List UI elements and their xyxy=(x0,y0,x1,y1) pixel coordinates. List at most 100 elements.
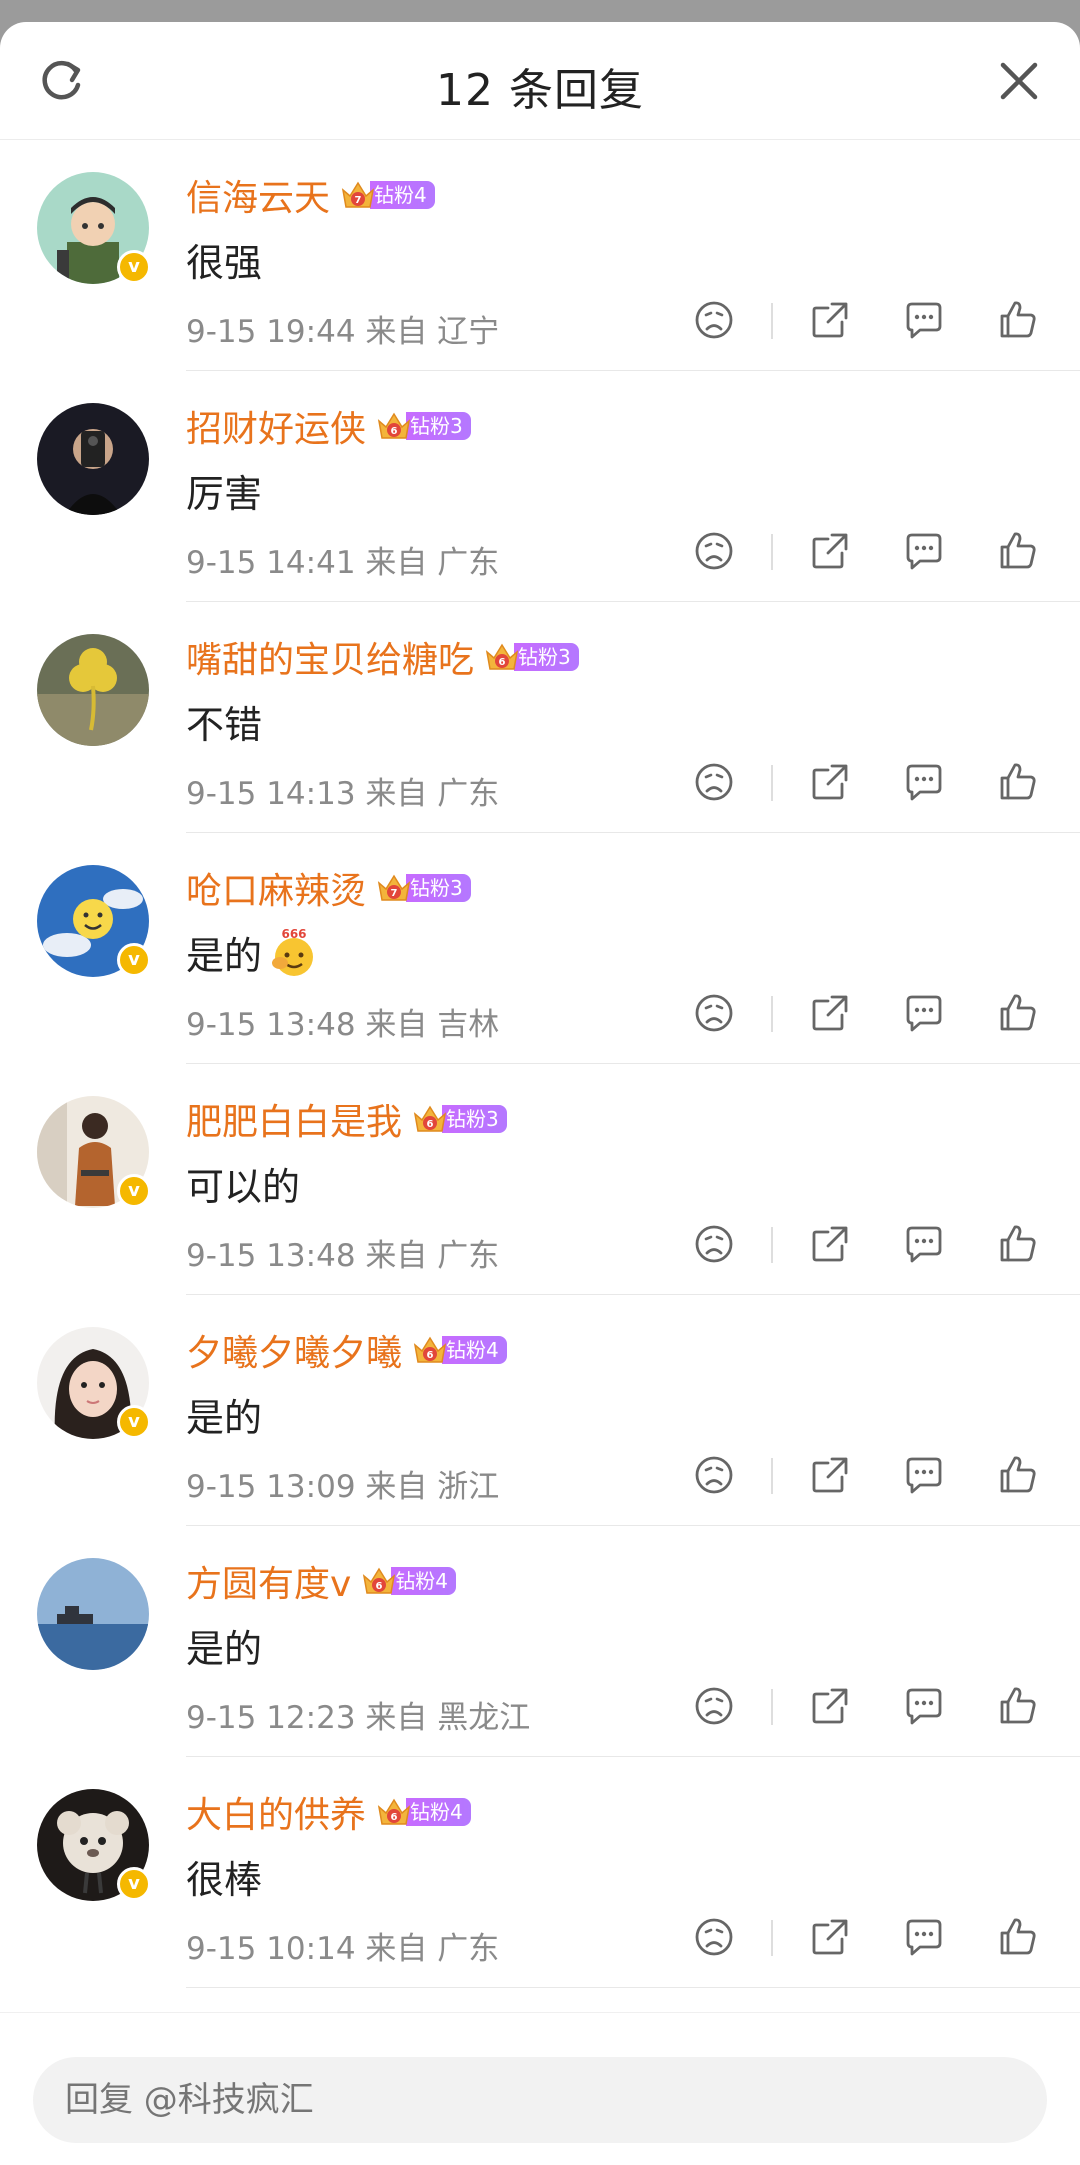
comment-icon[interactable] xyxy=(902,991,946,1035)
comment-text: 很棒 xyxy=(186,1849,262,1904)
svg-text:7: 7 xyxy=(391,888,398,899)
fan-badge[interactable]: 6 钻粉4 xyxy=(376,1795,471,1829)
like-icon[interactable] xyxy=(996,298,1040,342)
dislike-icon[interactable] xyxy=(692,1915,736,1959)
comment-icon[interactable] xyxy=(902,760,946,804)
username[interactable]: 嘴甜的宝贝给糖吃 xyxy=(186,631,474,683)
share-icon[interactable] xyxy=(808,529,852,573)
list-item[interactable]: v 大白的供养 6 钻粉4 很棒 9-15 10:14 来自 广东 xyxy=(0,1757,1080,1988)
avatar[interactable] xyxy=(37,634,149,746)
reply-list: v 信海云天 7 钻粉4 很强 9-15 19:44 来自 辽宁 招财好运侠 6 钻粉3 厉害 9-… xyxy=(0,140,1080,1988)
sheet-header: 12 条回复 xyxy=(0,22,1080,140)
list-item[interactable]: 招财好运侠 6 钻粉3 厉害 9-15 14:41 来自 广东 xyxy=(0,371,1080,602)
like-icon[interactable] xyxy=(996,991,1040,1035)
share-icon[interactable] xyxy=(808,991,852,1035)
comment-body: 可以的 xyxy=(186,1165,301,1209)
comment-text: 是的 xyxy=(186,1387,262,1442)
dislike-icon[interactable] xyxy=(692,529,736,573)
reply-bar xyxy=(0,2012,1080,2165)
close-icon[interactable] xyxy=(995,57,1043,105)
like-icon[interactable] xyxy=(996,529,1040,573)
username[interactable]: 肥肥白白是我 xyxy=(186,1093,402,1145)
username[interactable]: 方圆有度v xyxy=(186,1555,351,1607)
name-row: 招财好运侠 6 钻粉3 xyxy=(186,401,471,451)
name-row: 方圆有度v 6 钻粉4 xyxy=(186,1555,457,1607)
divider xyxy=(771,1458,773,1494)
list-item[interactable]: v 肥肥白白是我 6 钻粉3 可以的 9-15 13:48 来自 广东 xyxy=(0,1064,1080,1295)
divider xyxy=(771,765,773,801)
divider xyxy=(771,1227,773,1263)
username[interactable]: 夕曦夕曦夕曦 xyxy=(186,1324,402,1376)
comment-body: 很强 xyxy=(186,241,263,285)
dislike-icon[interactable] xyxy=(692,1684,736,1728)
comment-icon[interactable] xyxy=(902,1222,946,1266)
avatar[interactable] xyxy=(37,1558,149,1670)
crown-icon: 6 xyxy=(412,1333,448,1367)
crown-icon: 6 xyxy=(412,1102,448,1136)
svg-text:6: 6 xyxy=(391,1812,398,1823)
share-icon[interactable] xyxy=(808,1915,852,1959)
list-item[interactable]: 方圆有度v 6 钻粉4 是的 9-15 12:23 来自 黑龙江 xyxy=(0,1526,1080,1757)
page-title: 12 条回复 xyxy=(436,65,644,116)
comment-text: 可以的 xyxy=(186,1156,300,1211)
dislike-icon[interactable] xyxy=(692,760,736,804)
svg-text:6: 6 xyxy=(376,1581,383,1592)
verified-icon: v xyxy=(117,1405,151,1439)
share-icon[interactable] xyxy=(808,760,852,804)
fan-level: 钻粉4 xyxy=(391,1567,457,1595)
dislike-icon[interactable] xyxy=(692,991,736,1035)
like-icon[interactable] xyxy=(996,1222,1040,1266)
divider xyxy=(186,1987,1080,1988)
fan-badge[interactable]: 6 钻粉3 xyxy=(484,640,579,674)
verified-icon: v xyxy=(117,250,151,284)
divider xyxy=(771,1689,773,1725)
svg-text:6: 6 xyxy=(499,657,506,668)
comment-icon[interactable] xyxy=(902,1915,946,1959)
divider xyxy=(771,996,773,1032)
fan-badge[interactable]: 7 钻粉4 xyxy=(340,178,435,212)
fan-badge[interactable]: 6 钻粉4 xyxy=(361,1564,457,1598)
fan-badge[interactable]: 6 钻粉4 xyxy=(412,1333,507,1367)
reply-input[interactable] xyxy=(33,2057,1047,2143)
list-item[interactable]: v 信海云天 7 钻粉4 很强 9-15 19:44 来自 辽宁 xyxy=(0,140,1080,371)
share-icon[interactable] xyxy=(808,1684,852,1728)
like-icon[interactable] xyxy=(996,1915,1040,1959)
share-icon[interactable] xyxy=(808,298,852,342)
comment-actions xyxy=(0,991,1080,1039)
list-item[interactable]: 嘴甜的宝贝给糖吃 6 钻粉3 不错 9-15 14:13 来自 广东 xyxy=(0,602,1080,833)
comment-icon[interactable] xyxy=(902,1453,946,1497)
username[interactable]: 呛口麻辣烫 xyxy=(186,862,366,914)
list-item[interactable]: v 夕曦夕曦夕曦 6 钻粉4 是的 9-15 13:09 来自 浙江 xyxy=(0,1295,1080,1526)
avatar[interactable] xyxy=(37,403,149,515)
list-item[interactable]: v 呛口麻辣烫 7 钻粉3 是的 666 9-15 13:48 来自 吉林 xyxy=(0,833,1080,1064)
share-icon[interactable] xyxy=(808,1222,852,1266)
username[interactable]: 信海云天 xyxy=(186,169,330,221)
comment-icon[interactable] xyxy=(902,529,946,573)
like-icon[interactable] xyxy=(996,760,1040,804)
username[interactable]: 大白的供养 xyxy=(186,1786,366,1838)
username[interactable]: 招财好运侠 xyxy=(186,400,366,452)
comment-icon[interactable] xyxy=(902,298,946,342)
dislike-icon[interactable] xyxy=(692,298,736,342)
share-icon[interactable] xyxy=(808,1453,852,1497)
verified-icon: v xyxy=(117,1867,151,1901)
fan-badge[interactable]: 7 钻粉3 xyxy=(376,871,471,905)
crown-icon: 7 xyxy=(376,871,412,905)
crown-icon: 6 xyxy=(376,1795,412,1829)
fan-badge[interactable]: 6 钻粉3 xyxy=(412,1102,507,1136)
divider xyxy=(771,303,773,339)
dislike-icon[interactable] xyxy=(692,1222,736,1266)
crown-icon: 6 xyxy=(484,640,520,674)
comment-body: 是的 xyxy=(186,1627,263,1671)
comment-icon[interactable] xyxy=(902,1684,946,1728)
comment-actions xyxy=(0,298,1080,346)
comment-text: 是的 666 xyxy=(186,925,320,980)
comment-body: 厉害 xyxy=(186,472,263,516)
dislike-icon[interactable] xyxy=(692,1453,736,1497)
name-row: 信海云天 7 钻粉4 xyxy=(186,170,435,220)
like-icon[interactable] xyxy=(996,1453,1040,1497)
like-icon[interactable] xyxy=(996,1684,1040,1728)
svg-text:6: 6 xyxy=(427,1119,434,1130)
fan-badge[interactable]: 6 钻粉3 xyxy=(376,409,471,443)
comment-body: 不错 xyxy=(186,703,263,747)
